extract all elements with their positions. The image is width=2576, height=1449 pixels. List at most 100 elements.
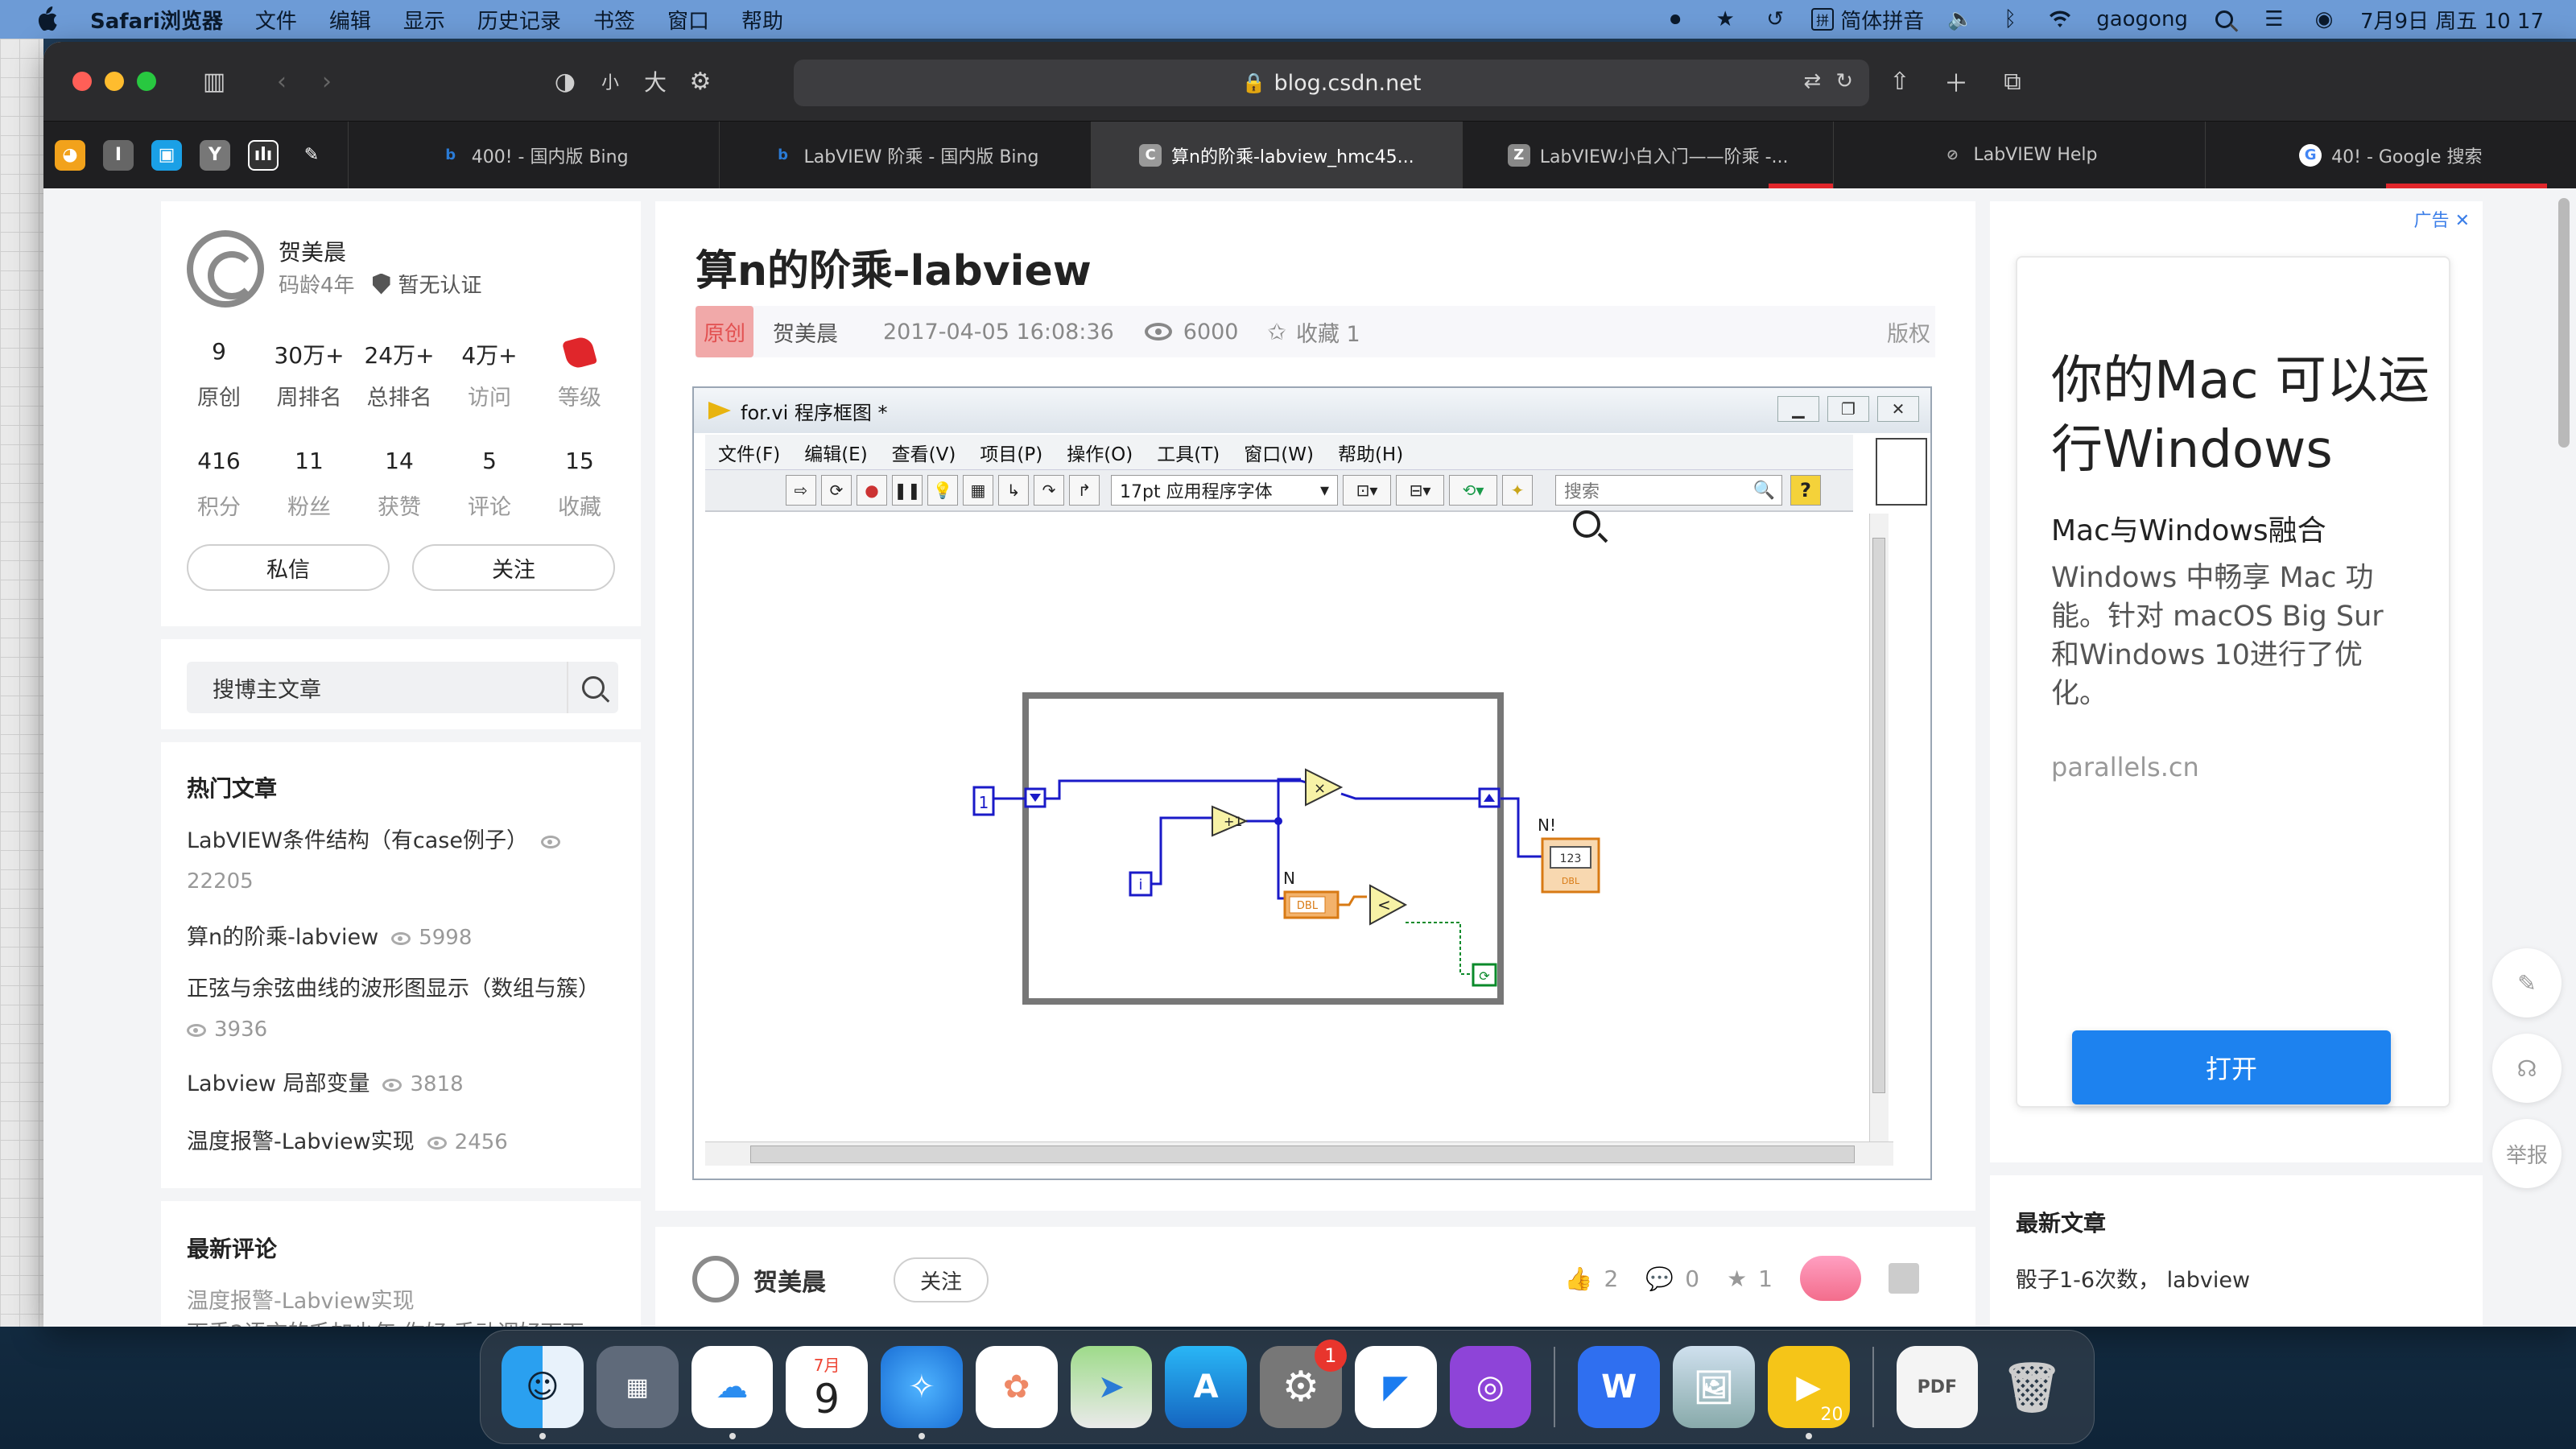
report-button[interactable]: 举报 bbox=[2492, 1119, 2562, 1188]
input-source-menu[interactable]: 拼 简体拼音 bbox=[1811, 5, 1924, 35]
finder-icon[interactable]: ☺ bbox=[502, 1346, 584, 1439]
support-tool-button[interactable]: ☊ bbox=[2492, 1034, 2562, 1103]
baidu-netdisk-icon[interactable]: ☁ bbox=[691, 1346, 774, 1439]
pinned-tab-y-icon[interactable]: Y bbox=[200, 139, 230, 171]
pinned-tab-zhihu-icon[interactable]: ılı bbox=[248, 139, 279, 171]
like-button[interactable]: 👍 2 bbox=[1565, 1265, 1619, 1292]
text-larger-button[interactable]: 大 bbox=[633, 59, 678, 104]
stat-likes[interactable]: 14 获赞 bbox=[354, 448, 444, 521]
wps-icon[interactable]: W bbox=[1578, 1346, 1660, 1428]
stat-visits[interactable]: 4万+ 访问 bbox=[444, 338, 535, 411]
menu-edit[interactable]: 编辑 bbox=[329, 5, 371, 35]
pdf-document-icon[interactable]: PDF bbox=[1896, 1346, 1979, 1428]
ad-open-button[interactable]: 打开 bbox=[2072, 1030, 2391, 1104]
stat-comments[interactable]: 5 评论 bbox=[444, 448, 535, 521]
page-scrollbar[interactable] bbox=[2558, 198, 2570, 448]
privacy-shield-icon[interactable]: ◑ bbox=[543, 59, 588, 104]
hot-article-item[interactable]: 正弦与余弦曲线的波形图显示（数组与簇） 3936 bbox=[187, 969, 621, 1050]
search-input[interactable]: 搜博主文章 bbox=[213, 672, 567, 704]
app-store-icon[interactable]: A bbox=[1165, 1346, 1247, 1428]
pinned-tab-bird-icon[interactable]: ◕ bbox=[55, 139, 85, 171]
follow-button[interactable]: 关注 bbox=[412, 544, 615, 591]
record-icon[interactable]: ⏺ bbox=[1662, 6, 1689, 33]
hot-article-item[interactable]: 温度报警-Labview实现 2456 bbox=[187, 1122, 621, 1162]
hot-article-item[interactable]: 算n的阶乘-labview 5998 bbox=[187, 918, 621, 958]
footer-avatar[interactable] bbox=[692, 1256, 739, 1302]
pinned-tab-i-icon[interactable]: I bbox=[103, 139, 134, 171]
siri-icon[interactable]: ◉ bbox=[2310, 6, 2338, 33]
close-icon[interactable]: ✕ bbox=[2455, 211, 2470, 231]
control-center-icon[interactable]: ☰ bbox=[2260, 6, 2288, 33]
podcasts-icon[interactable]: ◎ bbox=[1449, 1346, 1532, 1428]
pinned-tab-feather-icon[interactable]: ✎ bbox=[296, 140, 327, 171]
stat-favorites[interactable]: 15 收藏 bbox=[535, 448, 625, 521]
share-icon[interactable]: ⇧ bbox=[1877, 59, 1922, 104]
hot-article-title[interactable]: 算n的阶乘-labview bbox=[187, 925, 378, 950]
apple-menu-icon[interactable] bbox=[32, 5, 61, 34]
stat-total-rank[interactable]: 24万+ 总排名 bbox=[354, 338, 444, 411]
ad-content[interactable]: 你的Mac 可以运行Windows Mac与Windows融合 Windows … bbox=[2016, 256, 2450, 1108]
new-tab-icon[interactable]: ＋ bbox=[1934, 59, 1979, 104]
sidebar-toggle-icon[interactable]: ▥ bbox=[192, 59, 237, 104]
wifi-icon[interactable] bbox=[2046, 6, 2074, 33]
menu-window[interactable]: 窗口 bbox=[667, 5, 709, 35]
edit-tool-button[interactable]: ✎ bbox=[2492, 948, 2562, 1018]
time-machine-icon[interactable]: ↺ bbox=[1761, 6, 1789, 33]
hot-article-title[interactable]: 正弦与余弦曲线的波形图显示（数组与簇） bbox=[187, 976, 600, 1001]
reward-button[interactable] bbox=[1800, 1256, 1861, 1301]
latest-article-link[interactable]: 骰子1-6次数， labview bbox=[2016, 1262, 2250, 1294]
share-icon[interactable] bbox=[1889, 1263, 1919, 1294]
user-name[interactable]: gaogong bbox=[2096, 7, 2188, 31]
article-author[interactable]: 贺美晨 bbox=[773, 316, 838, 348]
tencent-meeting-icon[interactable]: ◤ bbox=[1354, 1346, 1437, 1428]
calendar-icon[interactable]: 7月 9 bbox=[786, 1346, 868, 1428]
stat-fans[interactable]: 11 粉丝 bbox=[264, 448, 354, 521]
spotlight-icon[interactable] bbox=[2211, 6, 2238, 33]
stat-level[interactable]: 等级 bbox=[535, 334, 625, 411]
article-favorite[interactable]: ✩ 收藏 1 bbox=[1267, 316, 1360, 348]
maps-icon[interactable]: ➤ bbox=[1070, 1346, 1153, 1428]
back-arrow-icon[interactable]: ‹ bbox=[259, 59, 304, 104]
footer-follow-button[interactable]: 关注 bbox=[894, 1257, 989, 1302]
hot-article-item[interactable]: Labview 局部变量 3818 bbox=[187, 1064, 621, 1104]
tab-bing-labview[interactable]: b LabVIEW 阶乘 - 国内版 Bing bbox=[719, 122, 1090, 188]
reload-icon[interactable]: ↻ bbox=[1835, 69, 1853, 93]
message-button[interactable]: 私信 bbox=[187, 544, 390, 591]
photos-icon[interactable]: ✿ bbox=[975, 1346, 1058, 1428]
trash-icon[interactable]: 🗑 bbox=[1991, 1346, 2073, 1428]
address-bar[interactable]: 🔒 blog.csdn.net ⇄ ↻ bbox=[794, 60, 1869, 106]
copyright-link[interactable]: 版权 bbox=[1887, 316, 1930, 348]
star-icon[interactable]: ★ bbox=[1711, 6, 1739, 33]
comment-article-link[interactable]: 温度报警-Labview实现 bbox=[187, 1283, 415, 1315]
tab-overview-icon[interactable]: ⧉ bbox=[1990, 59, 2035, 104]
search-button[interactable] bbox=[567, 662, 618, 713]
stat-points[interactable]: 416 积分 bbox=[174, 448, 264, 521]
pinned-tab-bilibili-icon[interactable]: ▣ bbox=[151, 139, 182, 171]
translate-icon[interactable]: ⇄ bbox=[1803, 69, 1821, 93]
hot-article-title[interactable]: 温度报警-Labview实现 bbox=[187, 1129, 415, 1154]
launchpad-icon[interactable]: ▦ bbox=[596, 1346, 679, 1428]
ad-tag[interactable]: 广告 ✕ bbox=[2414, 206, 2470, 232]
preview-icon[interactable]: 🖼 bbox=[1673, 1346, 1755, 1428]
bluetooth-icon[interactable]: ᛒ bbox=[1996, 6, 2024, 33]
tab-labview-intro[interactable]: Z LabVIEW小白入门——阶乘 -... bbox=[1461, 122, 1834, 188]
menu-bookmarks[interactable]: 书签 bbox=[593, 5, 635, 35]
tab-google[interactable]: G 40! - Google 搜索 bbox=[2204, 122, 2576, 188]
stickies-icon[interactable]: ▶ 20 bbox=[1767, 1346, 1850, 1439]
profile-name[interactable]: 贺美晨 bbox=[279, 235, 346, 267]
menu-help[interactable]: 帮助 bbox=[741, 5, 783, 35]
forward-arrow-icon[interactable]: › bbox=[304, 59, 349, 104]
clock[interactable]: 7月9日 周五 10 17 bbox=[2360, 5, 2544, 35]
hot-article-title[interactable]: LabVIEW条件结构（有case例子） bbox=[187, 828, 528, 853]
app-name[interactable]: Safari浏览器 bbox=[90, 5, 223, 35]
stat-week-rank[interactable]: 30万+ 周排名 bbox=[264, 338, 354, 411]
comment-button[interactable]: 💬 0 bbox=[1645, 1265, 1699, 1292]
zoom-window-button[interactable] bbox=[137, 72, 156, 91]
tab-csdn-active[interactable]: C 算n的阶乘-labview_hmc45... bbox=[1090, 122, 1462, 188]
stat-original[interactable]: 9 原创 bbox=[174, 338, 264, 411]
menu-history[interactable]: 历史记录 bbox=[477, 5, 561, 35]
avatar[interactable] bbox=[187, 230, 264, 308]
menu-file[interactable]: 文件 bbox=[255, 5, 297, 35]
tab-bing-400[interactable]: b 400! - 国内版 Bing bbox=[348, 122, 719, 188]
close-window-button[interactable] bbox=[72, 72, 92, 91]
